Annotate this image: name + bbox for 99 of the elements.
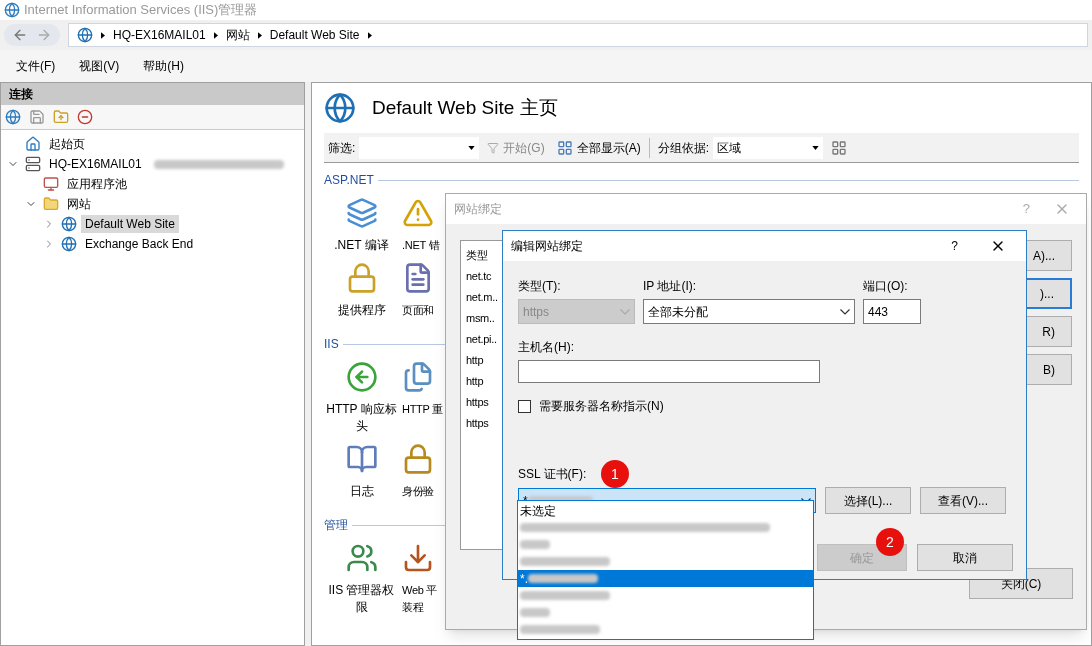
home-icon	[25, 136, 41, 152]
feature-label[interactable]: .NET 编译	[334, 237, 389, 254]
tree-item[interactable]: 起始页	[45, 135, 89, 153]
panel-title: 连接	[9, 86, 33, 103]
dropdown-option[interactable]: 未选定	[518, 502, 813, 519]
feature-label[interactable]: 日志	[349, 483, 374, 500]
field-label: 主机名(H):	[518, 339, 575, 356]
select-button[interactable]: 选择(L)...	[825, 487, 911, 514]
cancel-button[interactable]: 取消	[917, 544, 1013, 571]
files-icon[interactable]	[402, 361, 434, 393]
field-label: 端口(O):	[863, 278, 909, 295]
group-by-label: 分组依据:	[657, 139, 709, 157]
app-icon	[4, 2, 20, 18]
feature-label[interactable]: IIS 管理器权限	[324, 582, 399, 616]
menu-item[interactable]: 视图(V)	[79, 57, 120, 75]
binding-row[interactable]: https	[466, 413, 489, 434]
tree-item[interactable]: 网站	[63, 195, 95, 213]
filter-field[interactable]	[359, 136, 480, 159]
layers-icon[interactable]	[345, 197, 378, 229]
group-by-dropdown[interactable]: 区域	[713, 136, 823, 159]
blurred-text	[520, 540, 550, 549]
book-icon[interactable]	[345, 443, 378, 475]
tree-item[interactable]: Exchange Back End	[81, 235, 198, 253]
binding-row[interactable]: net.tc	[466, 266, 492, 287]
feature-label[interactable]: HTTP 重	[402, 401, 443, 418]
feature-label[interactable]: 身份验	[402, 483, 435, 500]
breadcrumb-arrow-icon[interactable]	[213, 31, 218, 39]
field-label: SSL 证书(F):	[518, 466, 587, 483]
blurred-text	[528, 574, 598, 583]
feature-label[interactable]: 装程	[402, 599, 424, 616]
chevron-icon	[620, 308, 630, 315]
feature-label[interactable]: Web 平	[402, 582, 438, 599]
globe-icon[interactable]	[5, 109, 21, 125]
address-bar[interactable]: HQ-EX16MAIL01 网站 Default Web Site	[68, 23, 1088, 47]
binding-row[interactable]: net.pi..	[466, 329, 497, 350]
binding-row[interactable]: msm..	[466, 308, 495, 329]
section-heading: ASP.NET	[324, 172, 374, 189]
folder-icon[interactable]	[53, 109, 69, 125]
server-icon	[25, 156, 41, 172]
tree-item[interactable]: Default Web Site	[81, 215, 179, 233]
certificate-dropdown-menu[interactable]: 未选定 *.	[517, 500, 814, 640]
breadcrumb-arrow-icon[interactable]	[367, 31, 372, 39]
breadcrumb-item[interactable]: HQ-EX16MAIL01	[113, 26, 206, 44]
view-button[interactable]: 查看(V)...	[920, 487, 1006, 514]
dropdown-arrow-icon[interactable]	[468, 145, 476, 150]
back-button[interactable]	[12, 27, 28, 43]
globe-icon	[77, 27, 93, 43]
menu-item[interactable]: 帮助(H)	[143, 57, 184, 75]
dialog-title: 编辑网站绑定	[511, 238, 583, 255]
page-title: Default Web Site 主页	[372, 95, 558, 120]
feature-label[interactable]: 提供程序	[337, 302, 386, 319]
show-all-button[interactable]: 全部显示(A)	[576, 138, 641, 157]
feature-label[interactable]: .NET 错	[402, 237, 440, 254]
globe-icon	[61, 236, 77, 252]
dropdown-arrow-icon[interactable]	[812, 145, 819, 150]
globe-icon	[324, 92, 356, 124]
globe-icon	[61, 216, 77, 232]
view-icon[interactable]	[831, 139, 847, 156]
ip-dropdown[interactable]: 全部未分配	[643, 299, 855, 324]
lock-icon[interactable]	[402, 443, 434, 475]
binding-row[interactable]: https	[466, 392, 489, 413]
tree-item[interactable]: HQ-EX16MAIL01	[45, 155, 146, 173]
field-label: 类型(T):	[518, 278, 562, 295]
tree-item[interactable]: 应用程序池	[63, 175, 131, 193]
host-name-field[interactable]	[518, 360, 820, 383]
column-header: 类型	[466, 248, 488, 263]
menu-item[interactable]: 文件(F)	[16, 57, 56, 75]
dropdown-option[interactable]: *.	[518, 570, 813, 587]
binding-row[interactable]: http	[466, 371, 484, 392]
feature-label[interactable]: 页面和	[402, 302, 435, 319]
breadcrumb-item[interactable]: 网站	[225, 26, 250, 44]
users-icon[interactable]	[345, 542, 378, 574]
chevron-icon	[840, 308, 850, 315]
dialog-title: 网站绑定	[454, 201, 502, 218]
checkbox-label[interactable]: 需要服务器名称指示(N)	[539, 397, 664, 415]
breadcrumb-item[interactable]: Default Web Site	[269, 26, 360, 44]
port-field[interactable]: 443	[863, 299, 921, 324]
forward-button[interactable]	[36, 27, 52, 43]
section-heading: IIS	[324, 336, 339, 353]
blurred-text	[520, 608, 550, 617]
folder-icon	[43, 196, 59, 212]
download-icon[interactable]	[402, 542, 434, 574]
help-button[interactable]: ?	[951, 237, 958, 255]
feature-label[interactable]: HTTP 响应标头	[324, 401, 399, 435]
filter-icon[interactable]	[487, 141, 500, 154]
breadcrumb-arrow-icon[interactable]	[257, 31, 262, 39]
field-label: IP 地址(I):	[643, 278, 698, 295]
monitor-icon	[43, 176, 59, 192]
binding-row[interactable]: net.m..	[466, 287, 498, 308]
binding-row[interactable]: http	[466, 350, 484, 371]
warning-icon[interactable]	[402, 197, 434, 229]
filter-label: 筛选:	[328, 139, 356, 157]
show-all-icon[interactable]	[556, 139, 573, 156]
window-title: Internet Information Services (IIS)管理器	[24, 1, 258, 20]
section-heading: 管理	[324, 517, 348, 534]
checkbox[interactable]	[518, 399, 531, 413]
breadcrumb-arrow-icon[interactable]	[101, 31, 105, 39]
disconnect-icon[interactable]	[77, 109, 93, 125]
save-icon[interactable]	[29, 109, 45, 125]
